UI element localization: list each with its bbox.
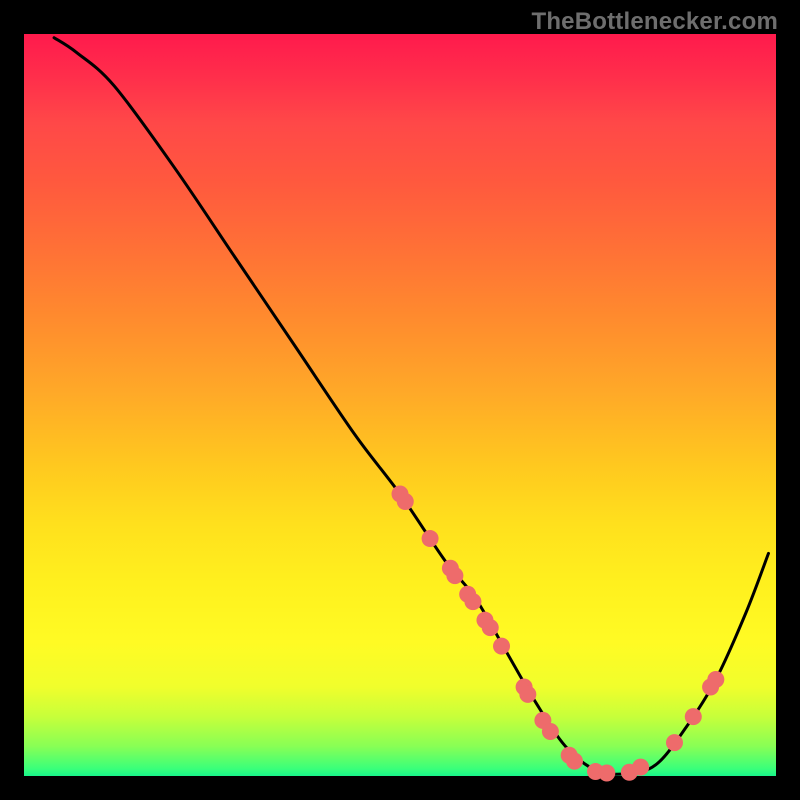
data-point <box>685 708 702 725</box>
data-point <box>446 567 463 584</box>
data-point <box>482 619 499 636</box>
data-point <box>666 734 683 751</box>
plot-area <box>24 34 776 776</box>
data-point <box>707 671 724 688</box>
data-point <box>464 593 481 610</box>
data-point <box>598 765 615 782</box>
chart-frame: TheBottlenecker.com <box>0 0 800 800</box>
data-point <box>422 530 439 547</box>
curve-line <box>54 38 768 775</box>
data-point <box>566 753 583 770</box>
data-point <box>493 638 510 655</box>
data-point <box>542 723 559 740</box>
chart-svg <box>24 34 776 776</box>
data-point <box>397 493 414 510</box>
data-point <box>519 686 536 703</box>
watermark-text: TheBottlenecker.com <box>531 8 778 36</box>
data-point <box>632 759 649 776</box>
